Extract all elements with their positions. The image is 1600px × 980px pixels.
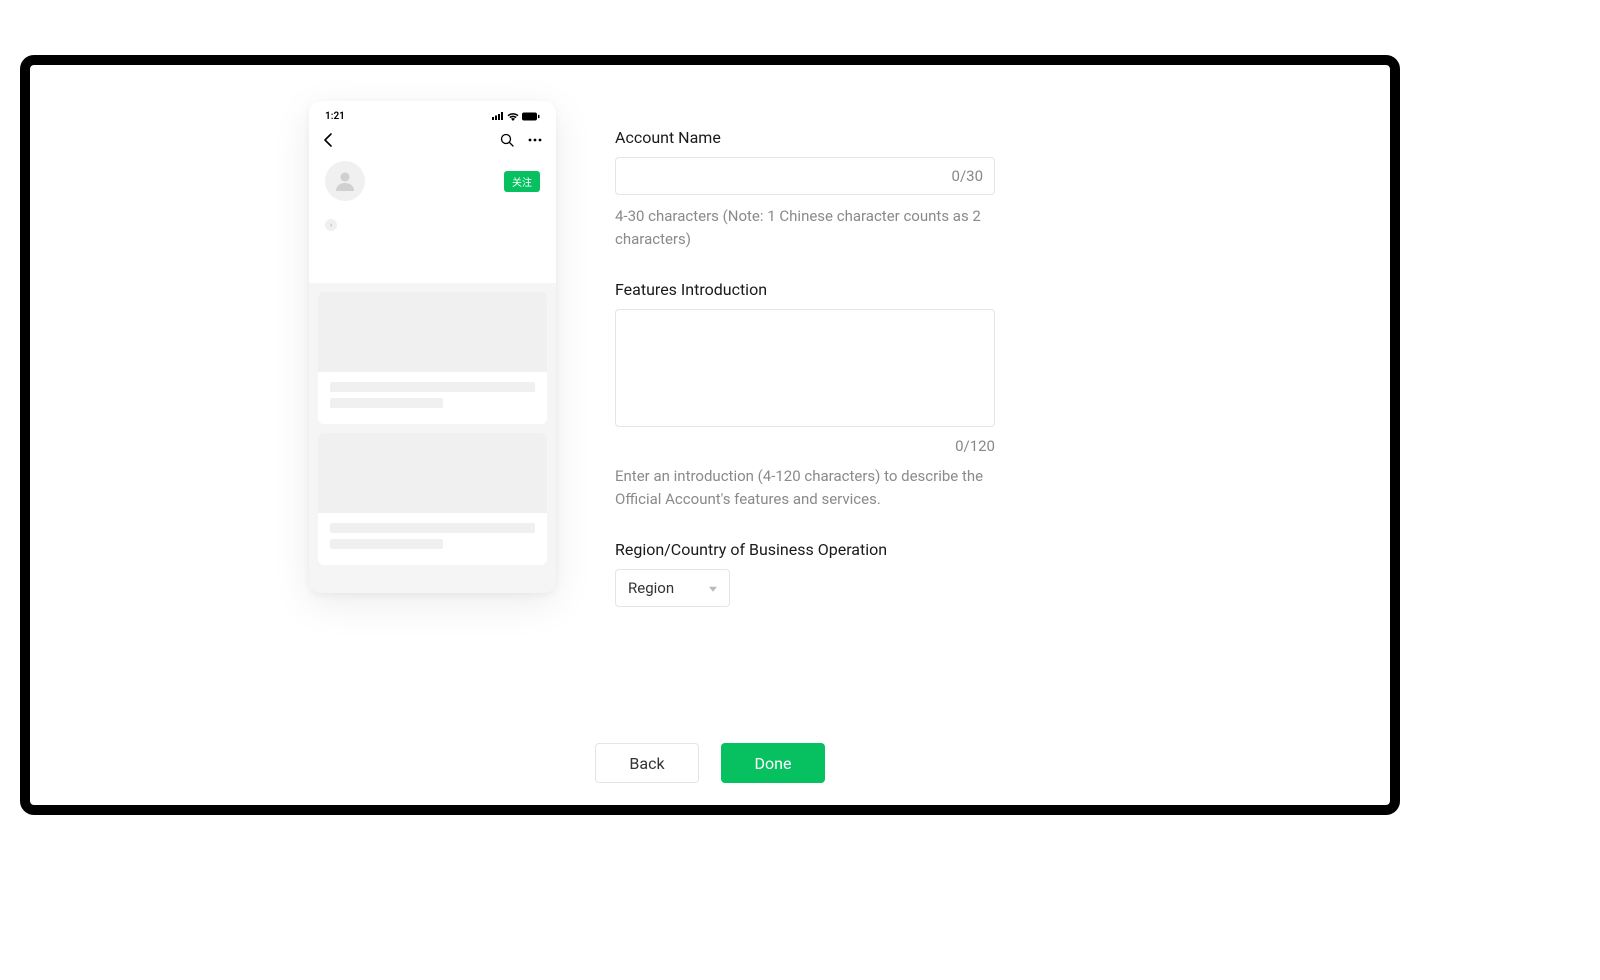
search-icon[interactable] bbox=[500, 133, 514, 147]
card-image-placeholder bbox=[318, 292, 547, 372]
card-image-placeholder bbox=[318, 433, 547, 513]
avatar bbox=[325, 161, 365, 201]
field-region: Region/Country of Business Operation Reg… bbox=[615, 540, 995, 607]
follow-button[interactable]: 关注 bbox=[504, 171, 540, 192]
features-counter: 0/120 bbox=[615, 437, 995, 455]
phone-preview: 1:21 bbox=[309, 101, 556, 593]
phone-status-bar: 1:21 bbox=[319, 107, 546, 125]
region-select-value: Region bbox=[628, 579, 674, 597]
skeleton-line bbox=[330, 523, 535, 533]
battery-icon bbox=[522, 112, 540, 121]
field-features: Features Introduction 0/120 Enter an int… bbox=[615, 280, 995, 510]
account-name-hint: 4-30 characters (Note: 1 Chinese charact… bbox=[615, 205, 995, 250]
features-textarea[interactable] bbox=[615, 309, 995, 427]
account-name-input-wrap: 0/30 bbox=[615, 157, 995, 195]
account-name-counter: 0/30 bbox=[952, 167, 983, 185]
phone-header: 1:21 bbox=[309, 101, 556, 283]
feed-card bbox=[318, 292, 547, 424]
features-hint: Enter an introduction (4-120 characters)… bbox=[615, 465, 995, 510]
back-icon[interactable] bbox=[323, 133, 333, 147]
profile-row: 关注 bbox=[319, 151, 546, 201]
feed-card bbox=[318, 433, 547, 565]
region-select[interactable]: Region bbox=[615, 569, 730, 607]
skeleton-line bbox=[330, 398, 443, 408]
app-frame: 1:21 bbox=[20, 55, 1400, 815]
footer-actions: Back Done bbox=[30, 743, 1390, 783]
skeleton-line bbox=[330, 382, 535, 392]
wifi-icon bbox=[507, 112, 519, 121]
more-icon[interactable] bbox=[528, 138, 542, 142]
field-account-name: Account Name 0/30 4-30 characters (Note:… bbox=[615, 128, 995, 250]
card-body bbox=[318, 513, 547, 565]
phone-nav-row bbox=[319, 125, 546, 151]
phone-time: 1:21 bbox=[325, 111, 345, 122]
account-name-input[interactable] bbox=[615, 157, 995, 195]
phone-status-icons bbox=[492, 112, 540, 121]
signal-icon bbox=[492, 112, 504, 120]
card-body bbox=[318, 372, 547, 424]
phone-feed bbox=[309, 283, 556, 583]
account-name-label: Account Name bbox=[615, 128, 995, 147]
skeleton-line bbox=[330, 539, 443, 549]
features-label: Features Introduction bbox=[615, 280, 995, 299]
chevron-right-icon[interactable]: › bbox=[325, 219, 337, 231]
form-panel: Account Name 0/30 4-30 characters (Note:… bbox=[615, 128, 995, 637]
content-area: 1:21 bbox=[30, 65, 1390, 805]
region-label: Region/Country of Business Operation bbox=[615, 540, 995, 559]
done-button[interactable]: Done bbox=[721, 743, 825, 783]
back-button[interactable]: Back bbox=[595, 743, 699, 783]
